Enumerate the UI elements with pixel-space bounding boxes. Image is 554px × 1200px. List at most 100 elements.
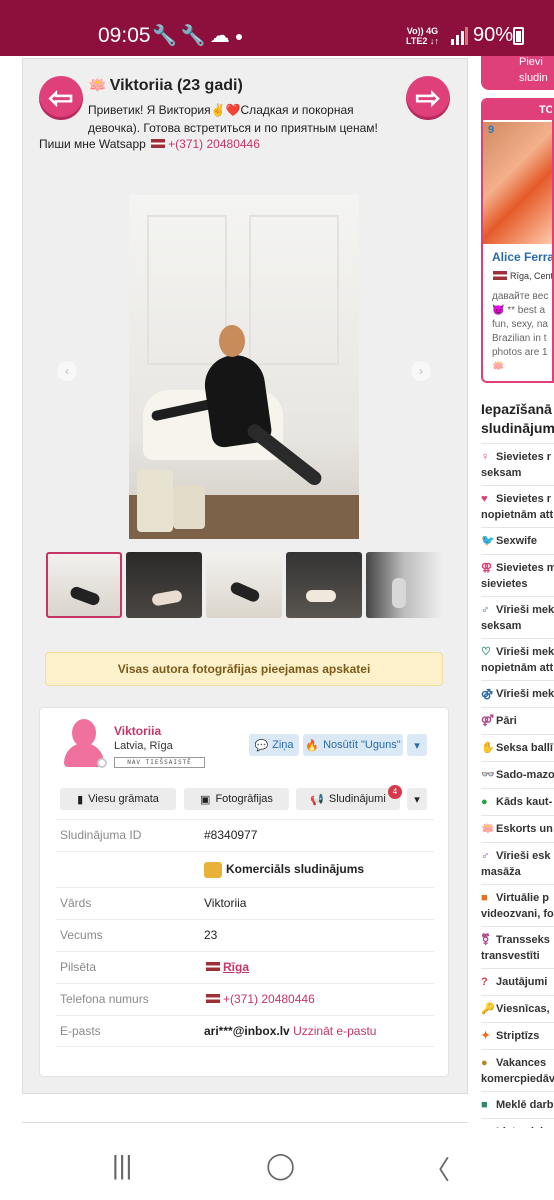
thumbnail-5[interactable] <box>366 552 442 618</box>
photos-button[interactable]: ▣ Fotogrāfijas <box>184 788 289 810</box>
category-item[interactable]: 🔑Viesnīcas, <box>481 995 554 1017</box>
caret-down-icon: ▾ <box>414 793 420 806</box>
add-ad-button[interactable]: Pievi sludin <box>481 56 554 90</box>
categories-title: Iepazīšanā sludinājum <box>481 400 554 438</box>
latvia-flag-icon <box>493 271 507 281</box>
network-bottom: LTE2 ↓↑ <box>406 36 439 46</box>
thumbnail-figure <box>68 585 102 607</box>
category-icon: ⚤ <box>481 715 494 727</box>
category-item[interactable]: ● Vakances komercpiedāv <box>481 1049 554 1087</box>
top-ad-desc-line: 😈 ** best a <box>492 305 546 316</box>
thumbnail-4[interactable] <box>286 552 362 618</box>
category-item[interactable]: ♂ Vīrieši esk masāža <box>481 842 554 880</box>
offline-status-dot <box>97 758 107 768</box>
category-item[interactable]: 🐦Sexwife <box>481 527 554 549</box>
city-value: Rīga <box>204 960 249 974</box>
category-label: Sievietes r <box>496 493 552 505</box>
arrow-left-icon: ⇦ <box>48 81 74 115</box>
message-button[interactable]: 💬 Ziņa <box>249 734 299 756</box>
send-fire-button[interactable]: 🔥 Nosūtīt "Uguns" <box>303 734 403 756</box>
chevron-left-icon: ‹ <box>65 364 69 378</box>
category-item[interactable]: ♀ Sievietes r seksam <box>481 443 554 481</box>
phone-value: +(371) 20480446 <box>204 992 315 1006</box>
categories-title-line1: Iepazīšanā <box>481 401 552 417</box>
category-item[interactable]: ⚣ Vīrieši mek <box>481 680 554 702</box>
photo-next-button[interactable]: › <box>411 361 431 381</box>
next-profile-button[interactable]: ⇨ <box>406 76 450 120</box>
category-icon: ⚢ <box>481 562 493 574</box>
category-item[interactable]: ■ Virtuālie p videozvani, fo <box>481 884 554 922</box>
thumbnail-2[interactable] <box>126 552 202 618</box>
category-label: Pāri <box>496 715 517 727</box>
ads-count-badge: 4 <box>388 785 402 799</box>
top-ad-location-text: Rīga, Centr <box>510 271 554 281</box>
category-icon: ? <box>481 976 488 988</box>
category-item[interactable]: 👓Sado-mazo <box>481 761 554 783</box>
intro-phone-link[interactable]: +(371) 20480446 <box>168 137 260 151</box>
more-actions-dropdown[interactable]: ▾ <box>407 734 427 756</box>
category-label-line2: transvestīti <box>481 950 540 962</box>
top-ad-location: Rīga, Centr <box>491 271 554 282</box>
main-photo[interactable] <box>129 195 359 539</box>
battery-percent: 90% <box>473 24 514 46</box>
back-icon[interactable]: 〈 <box>424 1150 450 1187</box>
top-ad-photo <box>483 122 552 244</box>
thumbnail-3[interactable] <box>206 552 282 618</box>
category-item[interactable]: 🪷Eskorts un <box>481 815 554 837</box>
ad-id-value: #8340977 <box>204 828 258 842</box>
signal-icon <box>451 27 468 45</box>
thumbnail-figure <box>306 590 336 602</box>
thumbnail-figure <box>151 589 183 607</box>
category-item[interactable]: ■ Meklē darb <box>481 1091 554 1113</box>
category-label: Eskorts un <box>496 823 553 835</box>
thumbnail-1[interactable] <box>46 552 122 618</box>
category-item[interactable]: ⚧ Transseks transvestīti <box>481 926 554 964</box>
thumbnail-figure <box>228 580 262 604</box>
top-ad-header: TO <box>483 100 552 120</box>
category-item[interactable]: ✦ Striptīzs <box>481 1022 554 1044</box>
category-label: Vakances <box>496 1057 547 1069</box>
guestbook-button[interactable]: ▮ Viesu grāmata <box>60 788 176 810</box>
category-icon: ✋ <box>481 742 495 754</box>
photos-notice: Visas autora fotogrāfijas pieejamas apsk… <box>45 652 443 686</box>
category-icon: 🔑 <box>481 1003 495 1015</box>
category-item[interactable]: ♂ Vīrieši mek seksam <box>481 596 554 634</box>
recent-apps-icon[interactable]: ||| <box>112 1150 132 1181</box>
category-item[interactable]: ✋Seksa ballī <box>481 734 554 756</box>
category-label: Sievietes r <box>496 451 552 463</box>
photo-prev-button[interactable]: ‹ <box>57 361 77 381</box>
ads-button[interactable]: 📢 Sludinājumi <box>296 788 400 810</box>
category-icon: ■ <box>481 1099 488 1111</box>
reveal-email-link[interactable]: Uzzināt e-pastu <box>293 1024 376 1038</box>
category-label-line2: seksam <box>481 467 522 479</box>
category-label-line2: nopietnām att <box>481 662 554 674</box>
category-item[interactable]: ⚤ Pāri <box>481 707 554 729</box>
name-label: Vārds <box>60 896 92 910</box>
city-link[interactable]: Rīga <box>223 960 249 974</box>
author-name[interactable]: Viktoriia <box>114 724 161 738</box>
row-city: Pilsēta Rīga <box>56 951 434 983</box>
category-item[interactable]: ? Jautājumi <box>481 968 554 990</box>
email-value: ari***@inbox.lv Uzzināt e-pastu <box>204 1024 376 1038</box>
top-ad-desc-line: 🪷 <box>492 361 505 372</box>
latvia-flag-icon <box>151 139 166 149</box>
categories-title-line2: sludinājum <box>481 420 554 436</box>
category-icon: ♀ <box>481 451 490 463</box>
home-icon[interactable]: ◯ <box>266 1150 295 1181</box>
previous-profile-button[interactable]: ⇦ <box>39 76 83 120</box>
more-links-dropdown[interactable]: ▾ <box>407 788 427 810</box>
top-ad-card[interactable]: TO 9 Alice Ferra Rīga, Centr давайте вес… <box>481 98 554 383</box>
category-item[interactable]: ♥ Sievietes r nopietnām att <box>481 485 554 523</box>
lotus-icon: 🪷 <box>88 77 107 94</box>
chevron-right-icon: › <box>419 364 423 378</box>
category-label: Kāds kaut- <box>496 796 553 808</box>
category-item[interactable]: ♡ Vīrieši mek nopietnām att <box>481 638 554 676</box>
category-item[interactable]: ● Kāds kaut- <box>481 788 554 810</box>
network-top: Vo)) 4G <box>406 26 439 36</box>
whatsapp-text: Пиши мне Watsapp <box>39 137 146 151</box>
notification-dot-icon <box>236 34 242 40</box>
phone-link[interactable]: +(371) 20480446 <box>223 992 315 1006</box>
category-item[interactable]: ⚢ Sievietes m sievietes <box>481 554 554 592</box>
top-ad-name: Alice Ferra <box>492 250 554 264</box>
battery-icon <box>513 27 524 45</box>
